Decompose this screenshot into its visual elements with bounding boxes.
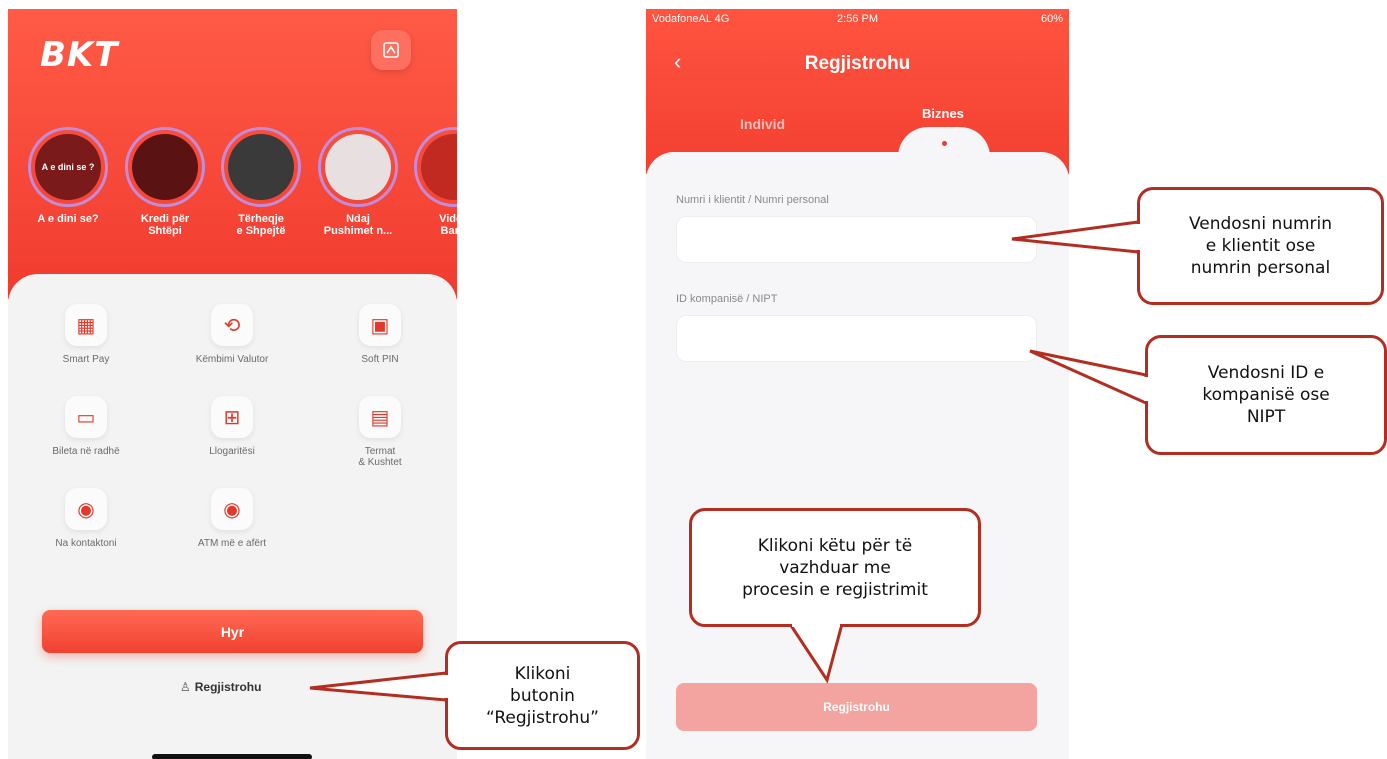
- tile-queue-ticket[interactable]: ▭ Bileta në radhë: [16, 396, 156, 457]
- tile-label: Soft PIN: [361, 354, 399, 365]
- tile-currency-exchange[interactable]: ⟲ Këmbimi Valutor: [162, 304, 302, 365]
- story-item[interactable]: A e dini se ? A e dini se?: [22, 127, 114, 225]
- qr-code-icon: ▦: [65, 304, 107, 346]
- story-thumbnail: [325, 134, 391, 200]
- home-indicator: [152, 754, 312, 759]
- register-submit-button[interactable]: Regjistrohu: [676, 683, 1037, 731]
- pointer-joint: [792, 620, 840, 627]
- tile-label: Na kontaktoni: [55, 538, 117, 549]
- exchange-icon: ⟲: [211, 304, 253, 346]
- tile-label: ATM më e afërt: [197, 538, 267, 549]
- pointer-joint: [1144, 377, 1150, 401]
- tile-label: Bileta në radhë: [52, 446, 120, 457]
- status-time: 2:56 PM: [837, 13, 878, 25]
- tile-label: Smart Pay: [62, 354, 110, 365]
- login-button[interactable]: Hyr: [42, 610, 423, 653]
- register-link-label: Regjistrohu: [194, 680, 262, 694]
- tile-nearest-atm[interactable]: ◉ ATM më e afërt: [162, 488, 302, 549]
- active-tab-dot: [942, 141, 947, 146]
- pointer-joint: [1136, 224, 1142, 250]
- tab-individ[interactable]: Individ: [740, 116, 785, 132]
- client-number-label: Numri i klientit / Numri personal: [676, 194, 829, 206]
- left-phone-screen: BKT A e dini se ? A e dini se? Kredi për…: [8, 9, 457, 759]
- tile-label: Termat & Kushtet: [358, 446, 402, 468]
- document-icon: ▤: [359, 396, 401, 438]
- tile-terms[interactable]: ▤ Termat & Kushtet: [310, 396, 450, 468]
- tile-calculator[interactable]: ⊞ Llogaritësi: [162, 396, 302, 457]
- scan-icon[interactable]: [371, 30, 411, 70]
- tile-smart-pay[interactable]: ▦ Smart Pay: [16, 304, 156, 365]
- tile-soft-pin[interactable]: ▣ Soft PIN: [310, 304, 450, 365]
- callout-client-number-hint: Vendosni numrin e klientit ose numrin pe…: [1137, 187, 1384, 305]
- story-item[interactable]: Kredi për Shtëpi: [119, 127, 211, 237]
- location-pin-icon: ◉: [65, 488, 107, 530]
- story-thumbnail: [132, 134, 198, 200]
- status-bar: VodafoneAL 4G 2:56 PM 60%: [646, 9, 1069, 31]
- callout-register-hint: Klikoni butonin “Regjistrohu”: [445, 641, 640, 750]
- stories-row: A e dini se ? A e dini se? Kredi për Sht…: [22, 127, 457, 237]
- page-title: Regjistrohu: [804, 53, 911, 74]
- register-link[interactable]: ♙ Regjistrohu: [180, 680, 261, 694]
- story-item[interactable]: Video Bank: [408, 127, 457, 237]
- callout-company-id-hint: Vendosni ID e kompanisë ose NIPT: [1145, 335, 1387, 455]
- story-thumbnail: A e dini se ?: [35, 134, 101, 200]
- battery-label: 60%: [1040, 13, 1063, 25]
- right-header-background: [646, 9, 1069, 174]
- card-phone-icon: ▣: [359, 304, 401, 346]
- tile-contact[interactable]: ◉ Na kontaktoni: [16, 488, 156, 549]
- story-thumbnail: [421, 134, 457, 200]
- client-number-input[interactable]: [676, 216, 1037, 263]
- right-phone-screen: VodafoneAL 4G 2:56 PM 60% ‹ Regjistrohu …: [646, 9, 1069, 759]
- story-thumbnail: [228, 134, 294, 200]
- story-item[interactable]: Ndaj Pushimet n...: [312, 127, 404, 237]
- story-item[interactable]: Tërheqje e Shpejtë: [215, 127, 307, 237]
- story-label: Tërheqje e Shpejtë: [236, 213, 286, 237]
- calculator-icon: ⊞: [211, 396, 253, 438]
- tile-label: Këmbimi Valutor: [195, 354, 269, 365]
- ticket-icon: ▭: [65, 396, 107, 438]
- company-id-input[interactable]: [676, 315, 1037, 362]
- tab-biznes[interactable]: Biznes: [922, 106, 964, 121]
- atm-pin-icon: ◉: [211, 488, 253, 530]
- tile-label: Llogaritësi: [209, 446, 255, 457]
- story-label: Kredi për Shtëpi: [140, 213, 190, 237]
- callout-continue-hint: Klikoni këtu për të vazhduar me procesin…: [689, 508, 981, 627]
- person-icon: ♙: [180, 680, 191, 694]
- company-id-label: ID kompanisë / NIPT: [676, 293, 778, 305]
- pointer-joint: [444, 675, 450, 698]
- story-label: Ndaj Pushimet n...: [323, 213, 393, 237]
- bkt-logo: BKT: [40, 35, 119, 75]
- story-label: Video Bank: [439, 213, 457, 237]
- story-label: A e dini se?: [37, 213, 99, 225]
